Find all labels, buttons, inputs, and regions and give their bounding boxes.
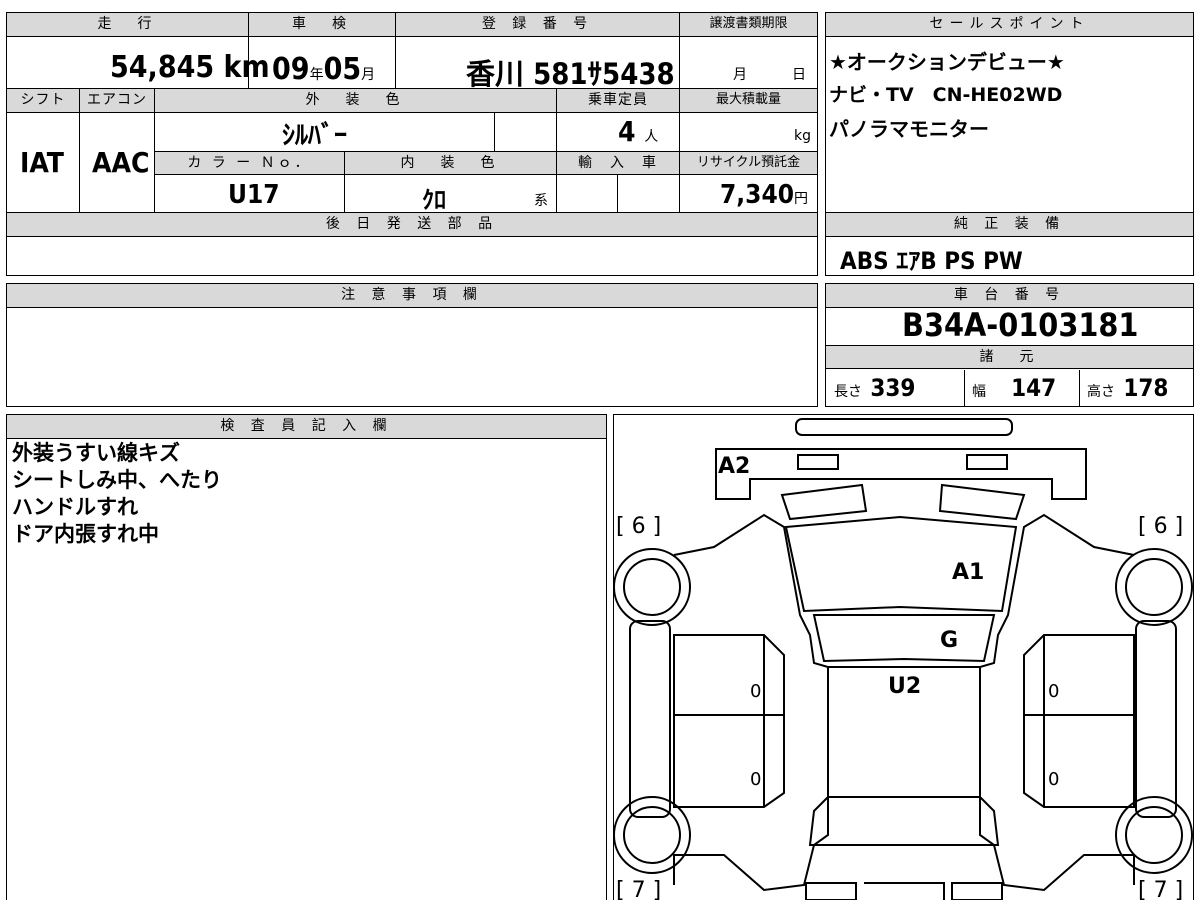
sales-point-line-3: パノラマモニター [829, 117, 989, 141]
inspector-notes: 外装うすい線キズ シートしみ中、へたり ハンドルすれ ドア内張すれ中 [12, 440, 222, 548]
inspection-value: 09年05月 [272, 52, 376, 87]
door-left-rear-count: 0 [750, 769, 761, 790]
tire-front-left-label: [ 6 ] [616, 514, 661, 539]
damage-mark-a2: A2 [718, 454, 750, 479]
recycle-value: 7,340円 [720, 180, 808, 210]
max-load-header: 最大積載量 [680, 89, 817, 113]
mileage-value: 54,845 km [110, 50, 270, 85]
transfer-deadline-header: 譲渡書類期限 [680, 13, 817, 37]
inspection-header: 車 検 [249, 13, 395, 37]
import-header: 輸 入 車 [557, 151, 679, 175]
genuine-equipment-value: ABS ｴｱB PS PW [840, 247, 1023, 275]
recycle-header: リサイクル預託金 [680, 151, 817, 175]
later-parts-header: 後 日 発 送 部 品 [7, 213, 817, 237]
registration-number: 香川 581ｻ5438 [466, 57, 675, 91]
chassis-header: 車 台 番 号 [826, 284, 1193, 308]
sales-points-header: セールスポイント [826, 13, 1193, 37]
interior-color-header: 内 装 色 [345, 151, 556, 175]
spec-length: 長さ 339 [834, 374, 916, 402]
sales-point-line-1: ★オークションデビュー★ [829, 50, 1065, 74]
inspector-line-3: ハンドルすれ [12, 495, 138, 519]
transfer-month-unit: 月 [733, 67, 747, 83]
inspector-line-4: ドア内張すれ中 [12, 522, 159, 546]
damage-mark-g: G [940, 628, 958, 653]
aircon-header: エアコン [80, 89, 154, 113]
door-left-front-count: 0 [750, 681, 761, 702]
mileage-header: 走 行 [7, 13, 248, 37]
sales-point-line-2: ナビ・TV CN-HE02WD [829, 84, 1063, 106]
capacity-header: 乗車定員 [557, 89, 679, 113]
chassis-number: B34A-0103181 [902, 306, 1139, 344]
registration-header: 登 録 番 号 [396, 13, 679, 37]
interior-color-value: ｸﾛ [422, 186, 446, 214]
interior-color-suffix: 系 [534, 193, 548, 209]
capacity-value: 4 人 [618, 115, 659, 148]
shift-value: IAT [20, 146, 64, 179]
damage-mark-u2: U2 [888, 674, 921, 699]
color-no-value: U17 [228, 180, 280, 210]
genuine-equipment-header: 純 正 装 備 [826, 213, 1193, 237]
inspector-line-2: シートしみ中、へたり [12, 468, 222, 492]
aircon-value: AAC [92, 146, 150, 179]
inspector-line-1: 外装うすい線キズ [12, 441, 180, 465]
max-load-unit: kg [794, 128, 811, 144]
color-no-header: カ ラ ー Ｎｏ． [155, 151, 344, 175]
door-right-rear-count: 0 [1048, 769, 1059, 790]
tire-front-right-label: [ 6 ] [1138, 514, 1183, 539]
shift-header: シフト [7, 89, 79, 113]
damage-mark-a1: A1 [952, 560, 984, 585]
tire-rear-left-label: [ 7 ] [616, 878, 661, 900]
door-right-front-count: 0 [1048, 681, 1059, 702]
spec-width: 幅 147 [972, 374, 1057, 402]
exterior-color-value: ｼﾙﾊﾞｰ [282, 121, 348, 151]
inspector-header: 検 査 員 記 入 欄 [7, 415, 606, 439]
spec-height: 高さ 178 [1087, 374, 1169, 402]
exterior-color-header: 外 装 色 [155, 89, 556, 113]
transfer-day-unit: 日 [792, 67, 806, 83]
tire-rear-right-label: [ 7 ] [1138, 878, 1183, 900]
notes-header: 注 意 事 項 欄 [7, 284, 817, 308]
car-diagram: [ 6 ] [ 6 ] [ 7 ] [ 7 ] A2 A1 G U2 0 0 0… [614, 418, 1193, 900]
specs-header: 諸 元 [826, 345, 1193, 369]
